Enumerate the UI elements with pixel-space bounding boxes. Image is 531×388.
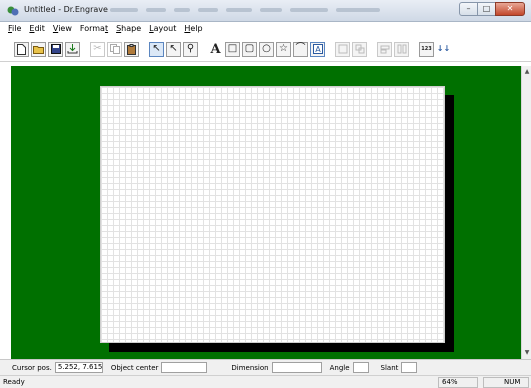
- toolbar: ✂ ↖ ↖ ⚲ A □ ▢ ○ ☆ ⌒ A 123 ↓↓: [0, 37, 531, 62]
- menu-bar: File Edit View Format Shape Layout Help: [0, 22, 531, 37]
- minimize-button[interactable]: –: [459, 2, 478, 16]
- info-bar: Cursor pos. 5.252, 7.615 Object center D…: [0, 359, 531, 375]
- distribute-icon[interactable]: [394, 41, 409, 57]
- serial-number-icon[interactable]: ↓↓: [436, 42, 451, 57]
- drawing-workspace[interactable]: [11, 66, 521, 359]
- menu-shape[interactable]: Shape: [112, 22, 145, 37]
- app-logo-icon: [7, 6, 19, 16]
- menu-edit[interactable]: Edit: [25, 22, 49, 37]
- import-icon[interactable]: [65, 41, 80, 57]
- menu-layout[interactable]: Layout: [145, 22, 180, 37]
- menu-help[interactable]: Help: [180, 22, 206, 37]
- object-center-field: [161, 362, 208, 373]
- open-folder-icon[interactable]: [31, 41, 46, 57]
- window-controls: – □ ✕: [459, 2, 525, 16]
- zoom-magnifier-icon[interactable]: ⚲: [183, 41, 198, 57]
- menu-file[interactable]: File: [4, 22, 25, 37]
- node-edit-icon[interactable]: ↖: [166, 41, 181, 57]
- align-icon[interactable]: [377, 41, 392, 57]
- status-text: Ready: [3, 378, 25, 386]
- object-center-label: Object center: [110, 363, 159, 372]
- title-bar: Untitled - Dr.Engrave – □ ✕: [0, 0, 531, 22]
- cut-icon[interactable]: ✂: [90, 41, 105, 57]
- zoom-level: 64%: [438, 377, 478, 388]
- select-arrow-icon[interactable]: ↖: [149, 41, 164, 57]
- frame-text-icon[interactable]: A: [310, 41, 325, 57]
- title-bar-blur: [110, 8, 410, 12]
- window-title: Untitled - Dr.Engrave: [24, 5, 108, 14]
- num-lock-indicator: NUM: [483, 377, 529, 388]
- left-margin: [0, 66, 11, 359]
- close-button[interactable]: ✕: [495, 2, 525, 16]
- engraving-page[interactable]: [100, 86, 445, 343]
- maximize-button[interactable]: □: [477, 2, 496, 16]
- line-tool-icon[interactable]: ⌒: [293, 41, 308, 57]
- copy-icon[interactable]: [107, 41, 122, 57]
- menu-view[interactable]: View: [49, 22, 76, 37]
- slant-label: Slant: [380, 363, 399, 372]
- rectangle-tool-icon[interactable]: □: [225, 41, 240, 57]
- rounded-rectangle-tool-icon[interactable]: ▢: [242, 41, 257, 57]
- dimension-label: Dimension: [231, 363, 269, 372]
- svg-text:A: A: [315, 45, 321, 54]
- angle-field: [352, 362, 369, 373]
- slant-field: [401, 362, 418, 373]
- ungroup-icon[interactable]: [352, 41, 367, 57]
- text-tool-icon[interactable]: A: [208, 42, 223, 57]
- cursor-pos-field: 5.252, 7.615: [54, 362, 103, 373]
- menu-format[interactable]: Format: [76, 22, 112, 37]
- save-disk-icon[interactable]: [48, 41, 63, 57]
- paste-icon[interactable]: [124, 41, 139, 57]
- ellipse-tool-icon[interactable]: ○: [259, 41, 274, 57]
- angle-label: Angle: [329, 363, 350, 372]
- text-fit-label: 123: [421, 45, 432, 52]
- cursor-pos-label: Cursor pos.: [12, 363, 52, 372]
- text-fit-icon[interactable]: 123: [419, 41, 434, 57]
- group-icon[interactable]: [335, 41, 350, 57]
- scroll-up-icon[interactable]: ▲: [523, 68, 531, 76]
- vertical-scrollbar[interactable]: ▲ ▼: [521, 66, 531, 359]
- new-document-icon[interactable]: [14, 41, 29, 57]
- status-bar: Ready 64% NUM: [0, 375, 531, 388]
- star-tool-icon[interactable]: ☆: [276, 41, 291, 57]
- dimension-field: [271, 362, 322, 373]
- scroll-down-icon[interactable]: ▼: [523, 349, 531, 357]
